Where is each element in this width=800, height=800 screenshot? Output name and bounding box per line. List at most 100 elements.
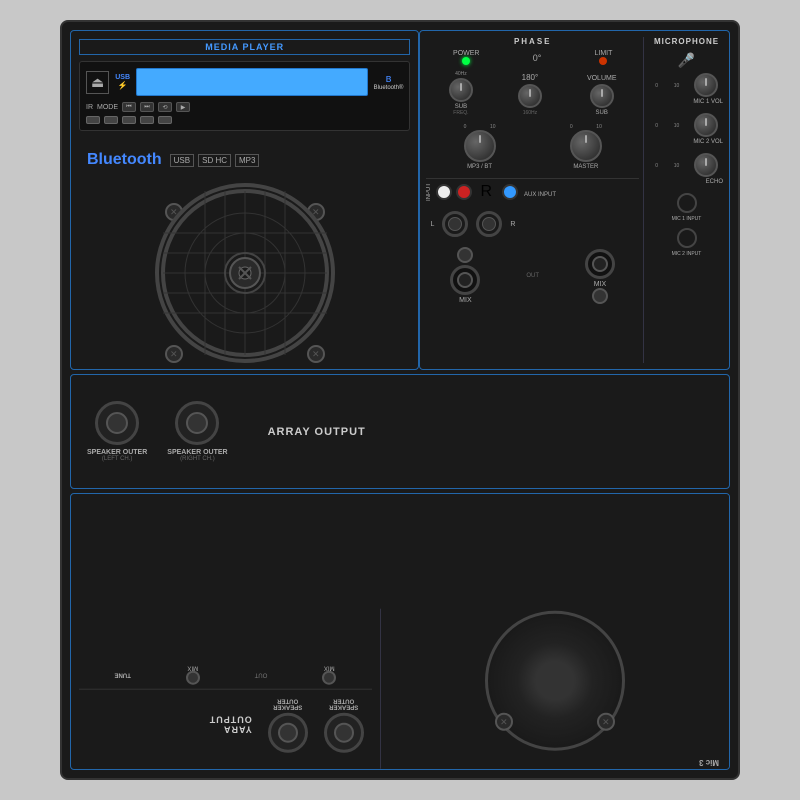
bottom-section: SPEAKEROUTER SPEAKEROUTER YARAOUTPUT [70,493,730,770]
bottom-mix-right: MIX [186,665,200,685]
fan-area [145,183,345,383]
array-output-label: ARRAY OUTPUT [268,426,366,438]
l-label: L [430,221,434,228]
power-indicator: POWER [453,50,479,65]
bottom-mix-label-right: MIX [186,665,200,671]
zero-degree-label: 0° [533,53,542,63]
aux-input-label: AUX INPUT [524,183,556,201]
bottom-array-row: SPEAKEROUTER SPEAKEROUTER YARAOUTPUT [79,690,372,761]
mic1-input-group: MIC 1 INPUT [650,193,723,222]
sub-knob-right-group: VOLUME SUB [587,75,617,116]
speaker-right-group: SPEAKER OUTER (RIGHT CH.) [167,401,227,462]
right-panel: PHASE POWER 0° LIMIT [419,30,730,370]
sub-knob-left-group: 40Hz SUB FREQ. [449,71,473,116]
preset-button-2[interactable] [104,116,118,124]
mp3bt-knob[interactable] [464,130,496,162]
mic1-input-jack[interactable] [677,193,697,213]
preset-button-3[interactable] [122,116,136,124]
usb-bt-icon: USB [170,154,194,167]
limit-led [599,57,607,65]
phase-label: PHASE [426,37,639,46]
bottom-speaker-label-left: SPEAKEROUTER [324,698,364,710]
bottom-speaker-right: SPEAKEROUTER [268,698,308,753]
sd-bt-icon: SD HC [198,154,231,167]
limit-label-text: LIMIT [595,50,613,57]
aux-jack[interactable] [502,184,518,200]
power-label-text: POWER [453,50,479,57]
speaker-left-jack-inner [106,412,128,434]
bottom-mix-row: MIX OUT MIX TUNE [79,661,372,690]
rca-white-jack[interactable] [436,184,452,200]
power-row: POWER 0° LIMIT [426,50,639,65]
speaker-right-jack[interactable] [175,401,219,445]
phase-180-group: 180° 160Hz [518,73,542,116]
fan-circle [155,183,335,363]
left-panel: MEDIA PLAYER ⏏ USB ⚡ [70,30,419,370]
freq-label: FREQ. [449,110,473,116]
sub-knob-left[interactable] [449,78,473,102]
array-output-label-group: ARRAY OUTPUT [268,426,366,438]
sub-knob-right[interactable] [590,84,614,108]
mic2-vol-knob[interactable] [694,113,718,137]
mp-top-row: ⏏ USB ⚡ ʙ Bluetooth® [86,68,403,96]
lcd-display [136,68,368,96]
bottom-fan-area [475,591,635,751]
bottom-tune-label: TUNE [114,672,130,678]
bottom-right: SPEAKEROUTER SPEAKEROUTER YARAOUTPUT [71,609,381,769]
sub-label-right: SUB [587,110,617,116]
bottom-speaker-jack-right [268,713,308,753]
phase-180-knob[interactable] [518,84,542,108]
bottom-mix-dot-right [186,671,200,685]
main-controls: PHASE POWER 0° LIMIT [426,37,643,363]
input-label: INPUT [426,183,432,201]
r-label: R [480,183,492,201]
speaker-left-label: SPEAKER OUTER [87,449,147,456]
xlr-right[interactable] [585,249,615,279]
usb-label: USB [115,74,130,81]
prev-button[interactable]: ⏮ [122,102,136,112]
hz160-label: 160Hz [518,110,542,116]
repeat-button[interactable]: ⟲ [158,102,172,112]
bottom-mix-dot-left [322,671,336,685]
mp3bt-knob-group: 010 MP3 / BT [464,124,496,170]
rca-red-jack[interactable] [456,184,472,200]
mix-left-dot [457,247,473,263]
mix-right-group: MIX [585,247,615,304]
phase-180-label: 180° [518,73,542,82]
mic2-vol-group: 010 MIC 2 VOL [650,113,723,145]
mp3-bt-icon: MP3 [235,154,259,167]
r-label-jack: R [510,221,515,228]
mix-left-group: MIX [450,247,480,304]
xlr-left-inner [457,272,473,288]
mic1-vol-knob[interactable] [694,73,718,97]
xlr-left[interactable] [450,265,480,295]
bottom-speaker-jack-right-inner [278,723,298,743]
preset-button-4[interactable] [140,116,154,124]
phase-section: PHASE POWER 0° LIMIT [426,37,723,363]
echo-knob[interactable] [694,153,718,177]
usb-indicator: USB ⚡ [115,74,130,90]
mic2-input-label: MIC 2 INPUT [650,251,723,257]
preset-button-5[interactable] [158,116,172,124]
next-button[interactable]: ⏭ [140,102,154,112]
bottom-screw-tl [597,713,615,731]
bottom-mix-left: MIX [322,665,336,685]
mic1-vol-scale: 010 [655,83,679,89]
volume-label: VOLUME [587,75,617,82]
hz40-label: 40Hz [449,71,473,77]
mic2-vol-label: MIC 2 VOL [650,139,723,145]
limit-indicator: LIMIT [595,50,613,65]
bottom-left [381,494,729,769]
speaker-left-jack[interactable] [95,401,139,445]
jack-left2[interactable] [476,211,502,237]
jack-left[interactable] [442,211,468,237]
echo-scale: 010 [655,163,679,169]
master-knob[interactable] [570,130,602,162]
input-row: INPUT R AUX INPUT [426,178,639,205]
xlr-row: MIX OUT MIX [426,243,639,308]
play-button[interactable]: ▶ [176,102,190,112]
mic2-vol-scale: 010 [655,123,679,129]
mic2-input-jack[interactable] [677,228,697,248]
preset-button-1[interactable] [86,116,100,124]
bottom-knob-row: 010 MP3 / BT 010 MASTER [426,124,639,170]
